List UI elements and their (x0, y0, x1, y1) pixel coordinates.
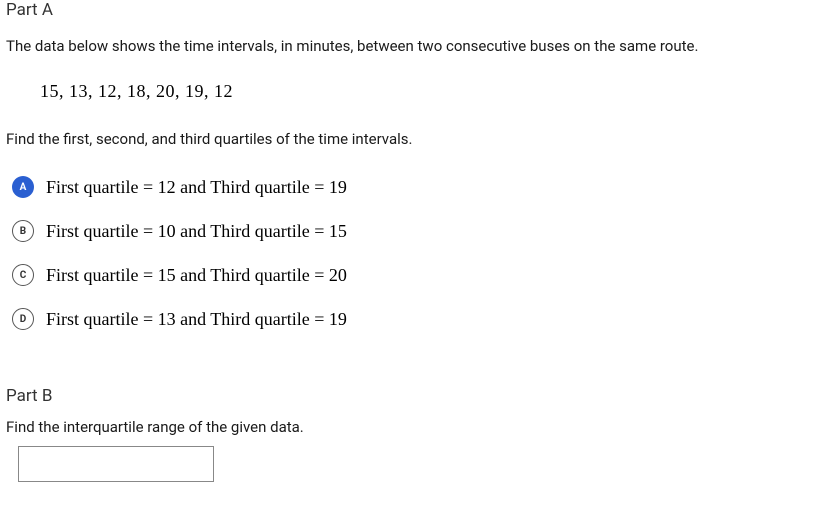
iqr-answer-input[interactable] (18, 446, 214, 482)
option-c-text: First quartile = 15 and Third quartile =… (46, 265, 347, 286)
option-a[interactable]: A First quartile = 12 and Third quartile… (12, 176, 809, 198)
options-list: A First quartile = 12 and Third quartile… (6, 176, 809, 330)
option-d[interactable]: D First quartile = 13 and Third quartile… (12, 308, 809, 330)
option-c[interactable]: C First quartile = 15 and Third quartile… (12, 264, 809, 286)
part-a-heading: Part A (6, 0, 809, 20)
option-d-text: First quartile = 13 and Third quartile =… (46, 309, 347, 330)
option-a-text: First quartile = 12 and Third quartile =… (46, 177, 347, 198)
option-c-badge: C (12, 264, 34, 286)
data-values: 15, 13, 12, 18, 20, 19, 12 (40, 81, 809, 102)
option-b-text: First quartile = 10 and Third quartile =… (46, 221, 347, 242)
part-b-question: Find the interquartile range of the give… (6, 418, 809, 436)
option-d-badge: D (12, 308, 34, 330)
part-b-section: Part B Find the interquartile range of t… (6, 386, 809, 482)
part-a-section: Part A The data below shows the time int… (6, 0, 809, 330)
option-b[interactable]: B First quartile = 10 and Third quartile… (12, 220, 809, 242)
part-a-question: The data below shows the time intervals,… (6, 36, 809, 57)
find-instruction: Find the first, second, and third quarti… (6, 130, 809, 148)
option-b-badge: B (12, 220, 34, 242)
part-b-heading: Part B (6, 386, 809, 406)
option-a-badge: A (12, 176, 34, 198)
